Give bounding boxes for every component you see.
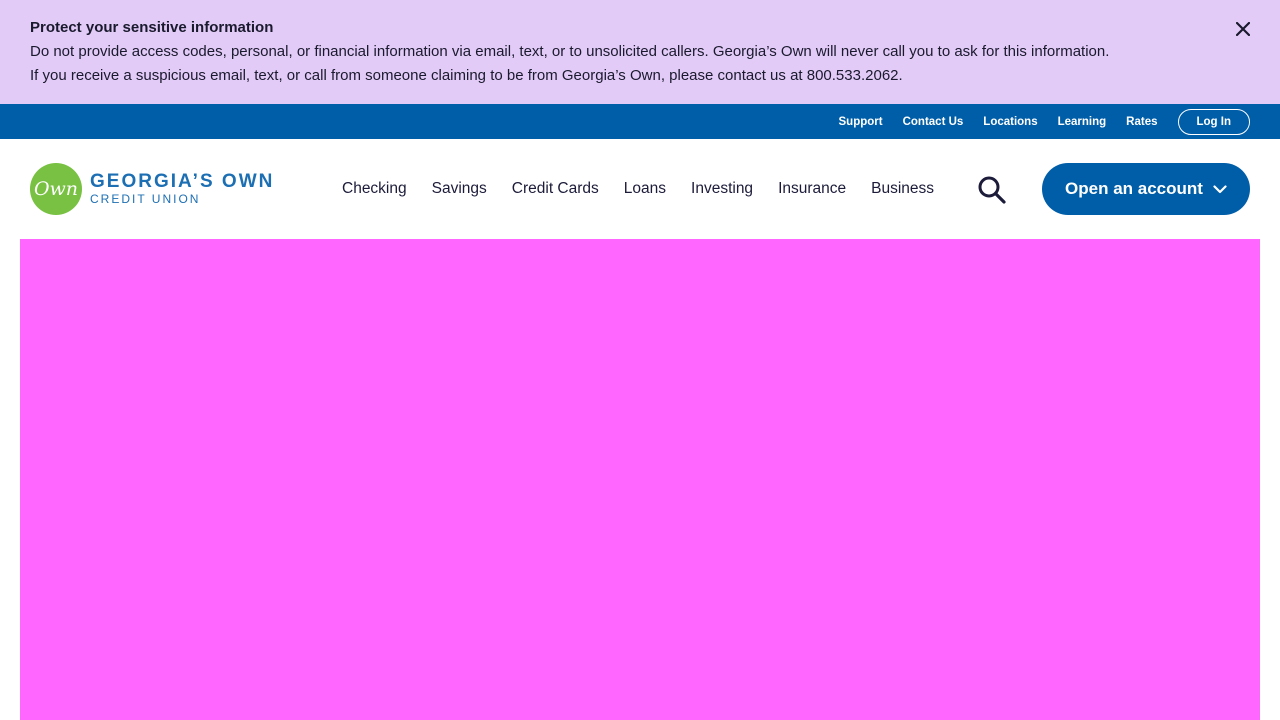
nav-item-loans[interactable]: Loans [624,180,666,198]
alert-message: Do not provide access codes, personal, o… [30,43,1110,84]
nav-item-checking[interactable]: Checking [342,180,407,198]
chevron-down-icon [1213,184,1227,194]
login-button[interactable]: Log In [1177,108,1250,135]
logo-line1: GEORGIA’S OWN [90,171,275,192]
open-account-label: Open an account [1065,179,1203,198]
logo-line2: CREDIT UNION [90,192,201,206]
open-account-button[interactable]: Open an account [1042,163,1250,215]
utility-link-contact-us[interactable]: Contact Us [903,116,964,128]
utility-nav: Support Contact Us Locations Learning Ra… [0,104,1280,139]
alert-title: Protect your sensitive information [30,19,274,36]
search-icon[interactable] [976,175,1008,205]
nav-item-business[interactable]: Business [871,180,934,198]
utility-link-locations[interactable]: Locations [983,116,1037,128]
hero-banner [20,239,1260,720]
nav-item-insurance[interactable]: Insurance [778,180,846,198]
logo[interactable]: Own GEORGIA’S OWN CREDIT UNION [30,163,274,215]
utility-link-support[interactable]: Support [839,116,883,128]
logo-wordmark: GEORGIA’S OWN CREDIT UNION [90,171,275,207]
main-nav: Checking Savings Credit Cards Loans Inve… [342,139,959,239]
security-alert-banner: Protect your sensitive information Do no… [0,0,1280,104]
nav-item-investing[interactable]: Investing [691,180,753,198]
nav-item-credit-cards[interactable]: Credit Cards [512,180,599,198]
logo-mark: Own [30,163,82,215]
utility-link-learning[interactable]: Learning [1058,116,1107,128]
nav-item-savings[interactable]: Savings [432,180,487,198]
utility-link-rates[interactable]: Rates [1126,116,1157,128]
main-header: Own GEORGIA’S OWN CREDIT UNION Checking … [0,139,1280,239]
close-icon[interactable] [1232,18,1254,40]
